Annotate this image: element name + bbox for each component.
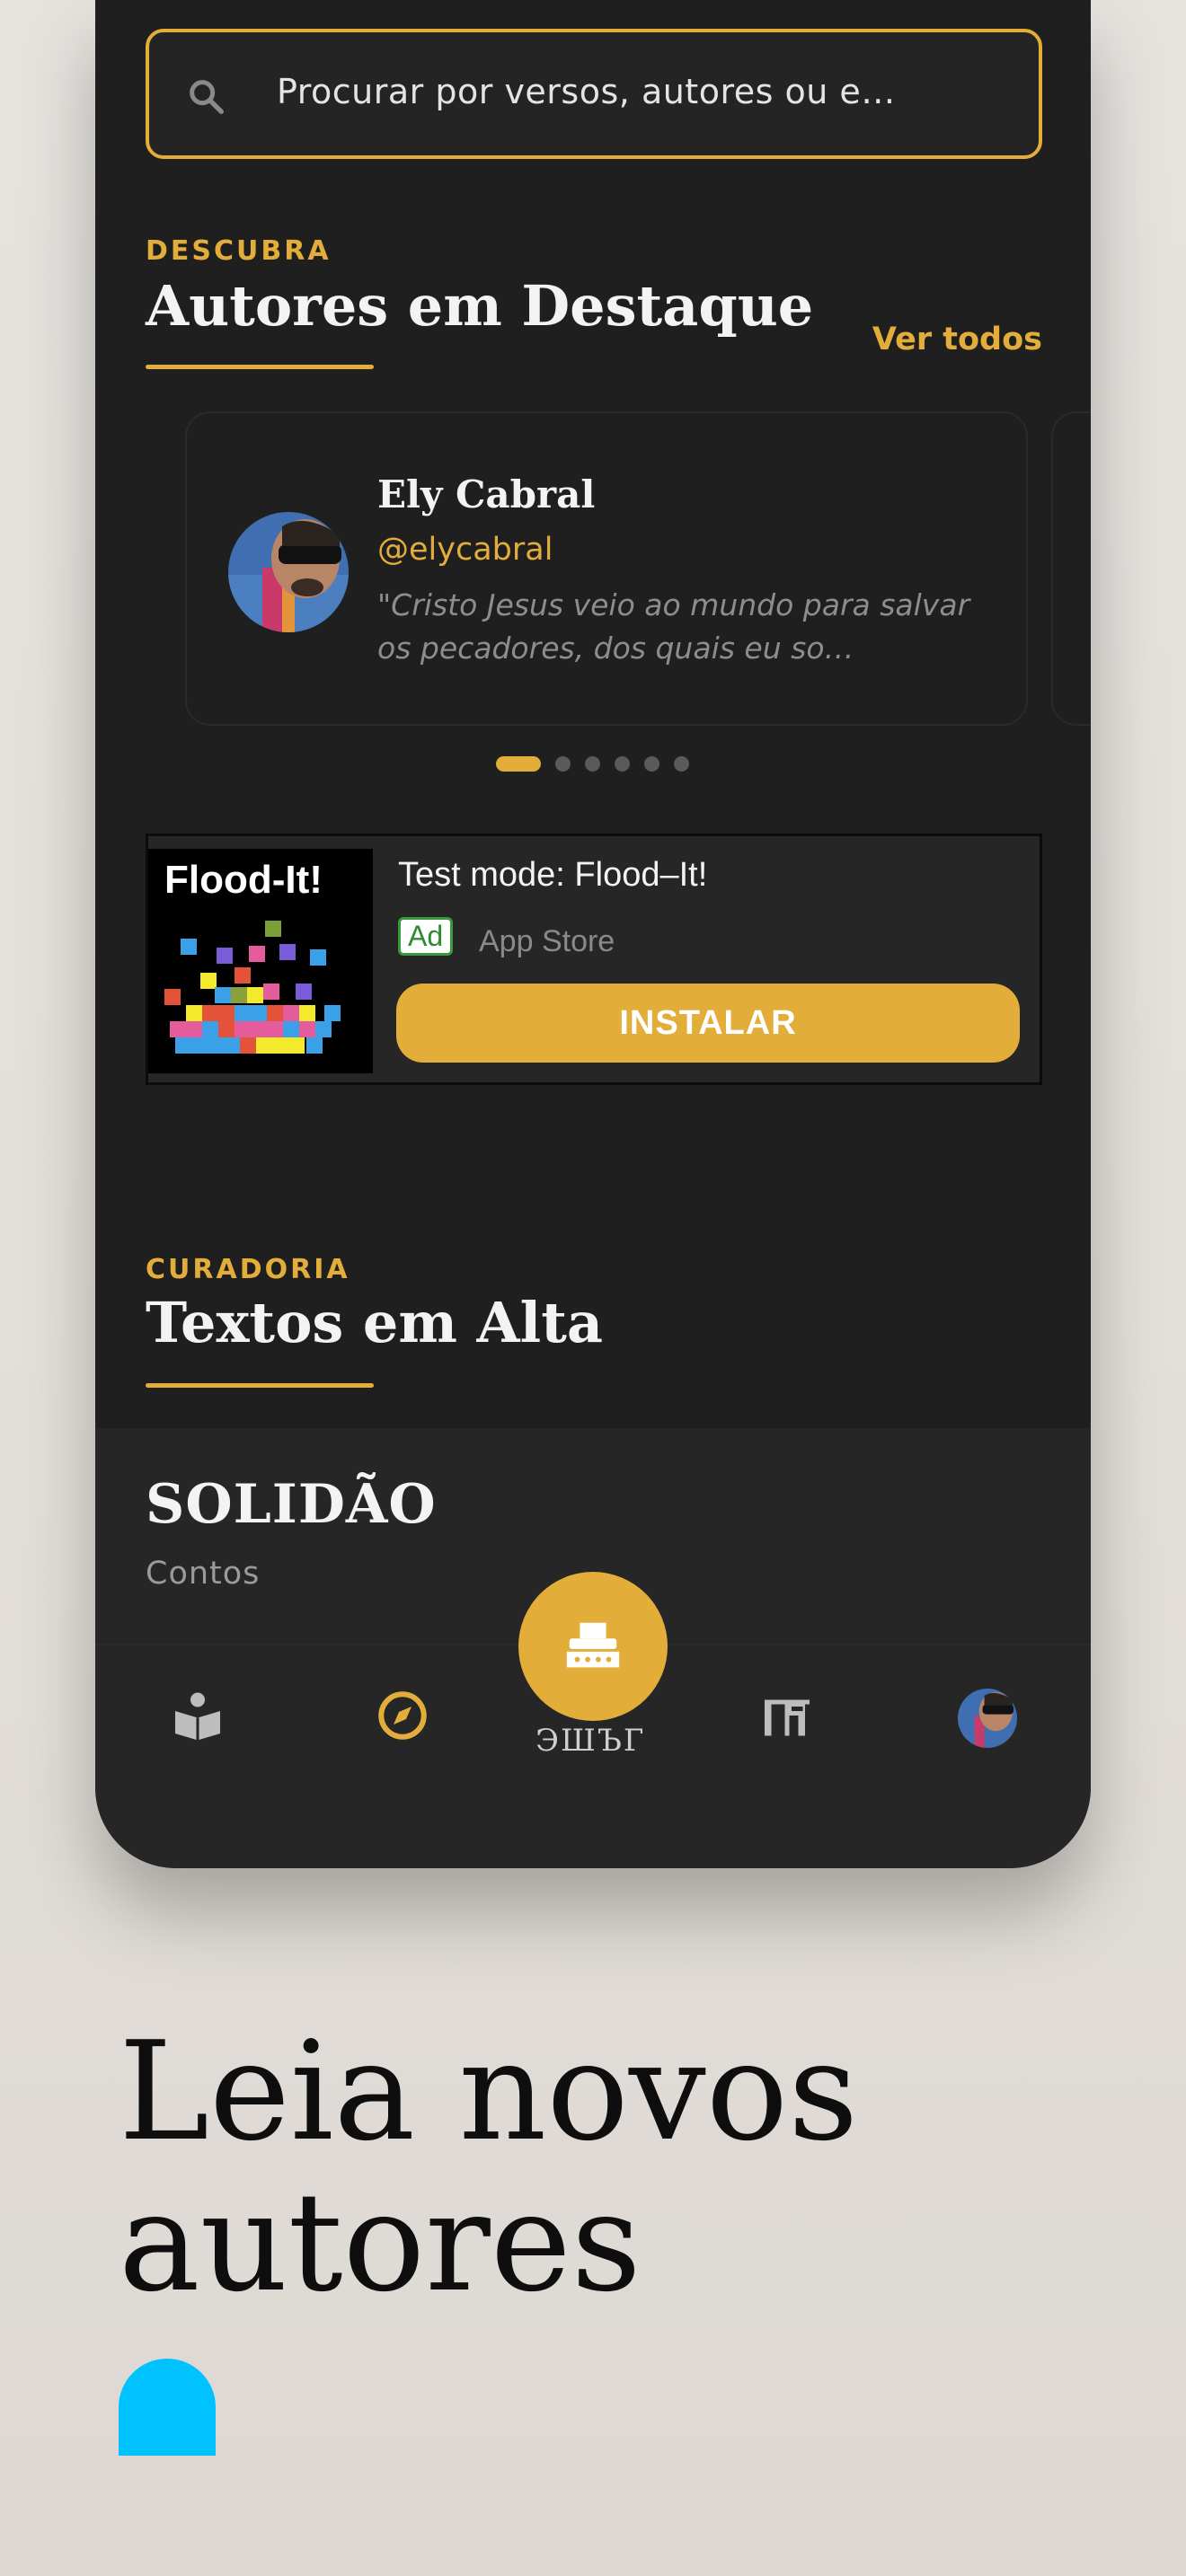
- author-card[interactable]: Ely Cabral @elycabral "Cristo Jesus veio…: [185, 411, 1028, 726]
- write-button[interactable]: [518, 1572, 668, 1721]
- desk-icon[interactable]: [760, 1689, 814, 1742]
- trending-eyebrow: CURADORIA: [146, 1254, 350, 1285]
- author-quote: "Cristo Jesus veio ao mundo para salvar …: [377, 587, 970, 666]
- author-avatar: [228, 512, 349, 632]
- trending-title: Textos em Alta: [146, 1290, 604, 1355]
- pagination-dot[interactable]: [674, 756, 689, 772]
- featured-eyebrow: DESCUBRA: [146, 235, 332, 267]
- install-button[interactable]: INSTALAR: [396, 984, 1020, 1063]
- carousel-pagination: [496, 756, 689, 772]
- ad-title: Test mode: Flood–It!: [398, 856, 708, 894]
- phone-frame: Procurar por versos, autores ou e… DESCU…: [95, 0, 1091, 1868]
- compass-icon[interactable]: [376, 1689, 429, 1742]
- featured-underline: [146, 365, 374, 369]
- pagination-dot-active[interactable]: [496, 756, 541, 772]
- featured-title: Autores em Destaque: [146, 273, 814, 339]
- ad-app-image: Flood-It!: [148, 849, 373, 1073]
- book-reader-icon[interactable]: [171, 1689, 225, 1742]
- typewriter-icon: [566, 1622, 620, 1668]
- pagination-dot[interactable]: [615, 756, 630, 772]
- search-placeholder: Procurar por versos, autores ou e…: [277, 72, 896, 111]
- tab-arc-text: ЭШЪГ: [535, 1723, 646, 1759]
- next-author-card[interactable]: [1051, 411, 1091, 726]
- pagination-dot[interactable]: [644, 756, 659, 772]
- ad-store: App Store: [479, 924, 615, 958]
- trending-underline: [146, 1383, 374, 1388]
- ad-badge: Ad: [398, 917, 454, 956]
- decorative-blob: [119, 2359, 216, 2456]
- see-all-link[interactable]: Ver todos: [872, 322, 1042, 357]
- trending-item-title: SOLIDÃO: [146, 1473, 437, 1536]
- pagination-dot[interactable]: [585, 756, 600, 772]
- author-handle: @elycabral: [377, 532, 553, 568]
- trending-item-category: Contos: [146, 1556, 261, 1592]
- profile-avatar[interactable]: [958, 1689, 1017, 1748]
- promo-headline: Leia novos autores: [119, 2012, 859, 2322]
- search-field[interactable]: Procurar por versos, autores ou e…: [146, 29, 1042, 159]
- author-name: Ely Cabral: [377, 472, 596, 516]
- search-icon: [190, 80, 224, 114]
- ad-banner[interactable]: Flood-It! Test mode: Flood–It! Ad App St…: [146, 834, 1042, 1085]
- pagination-dot[interactable]: [555, 756, 571, 772]
